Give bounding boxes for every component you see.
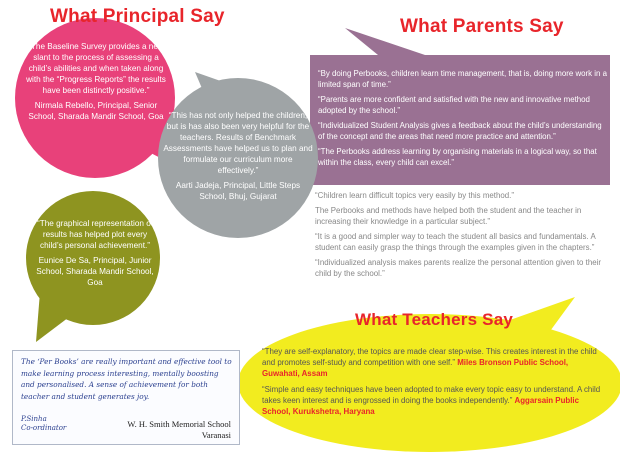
parents-extra-quote: “Children learn difficult topics very ea…	[315, 191, 514, 200]
principal-heading: What Principal Say	[50, 6, 225, 27]
parents-box-quotes: “By doing Perbooks, children learn time …	[318, 68, 608, 172]
parents-heading: What Parents Say	[400, 16, 564, 37]
handwritten-note-card: The ‘Per Books’ are really important and…	[12, 350, 240, 445]
teachers-quotes: “They are self-explanatory, the topics a…	[262, 346, 602, 422]
principal-quote-1: “The Baseline Survey provides a new slan…	[26, 41, 166, 126]
principal-quote-3-author: Eunice De Sa, Principal, Junior School, …	[36, 256, 154, 287]
handwritten-signature: P.Sinha Co-ordinator	[21, 415, 66, 433]
principal-quote-3-text: “The graphical representation of results…	[36, 219, 154, 250]
signature-role: Co-ordinator	[21, 424, 67, 432]
parents-quote: “By doing Perbooks, children learn time …	[318, 69, 608, 89]
note-school-city: Varanasi	[201, 430, 231, 440]
note-school: W. H. Smith Memorial School Varanasi	[127, 419, 231, 441]
parents-extra-quote: “It is a good and simpler way to teach t…	[315, 232, 596, 252]
principal-quote-2-author: Aarti Jadeja, Principal, Little Steps Sc…	[175, 181, 301, 201]
parents-quote: “The Perbooks address learning by organi…	[318, 147, 597, 167]
parents-extra-quote: “Individualized analysis makes parents r…	[315, 258, 601, 278]
teacher-quote-1: “They are self-explanatory, the topics a…	[262, 346, 602, 379]
teachers-heading: What Teachers Say	[355, 310, 514, 329]
teacher-quote-2: “Simple and easy techniques have been ad…	[262, 384, 602, 417]
parents-quote: “Parents are more confident and satisfie…	[318, 95, 590, 115]
principal-quote-2-text: “This has not only helped the children, …	[163, 111, 313, 175]
principal-quote-1-text: “The Baseline Survey provides a new slan…	[26, 42, 166, 95]
principal-quote-3: “The graphical representation of results…	[34, 218, 156, 292]
parents-extra-quotes: “Children learn difficult topics very ea…	[315, 190, 610, 283]
parents-quote: “Individualized Student Analysis gives a…	[318, 121, 602, 141]
principal-quote-1-author: Nirmala Rebello, Principal, Senior Schoo…	[28, 101, 164, 121]
handwritten-note-text: The ‘Per Books’ are really important and…	[21, 357, 232, 401]
note-school-name: W. H. Smith Memorial School	[127, 419, 231, 429]
parents-extra-quote: The Perbooks and methods have helped bot…	[315, 206, 582, 226]
principal-quote-2: “This has not only helped the children, …	[163, 110, 313, 206]
signature-name: P.Sinha	[21, 415, 47, 423]
